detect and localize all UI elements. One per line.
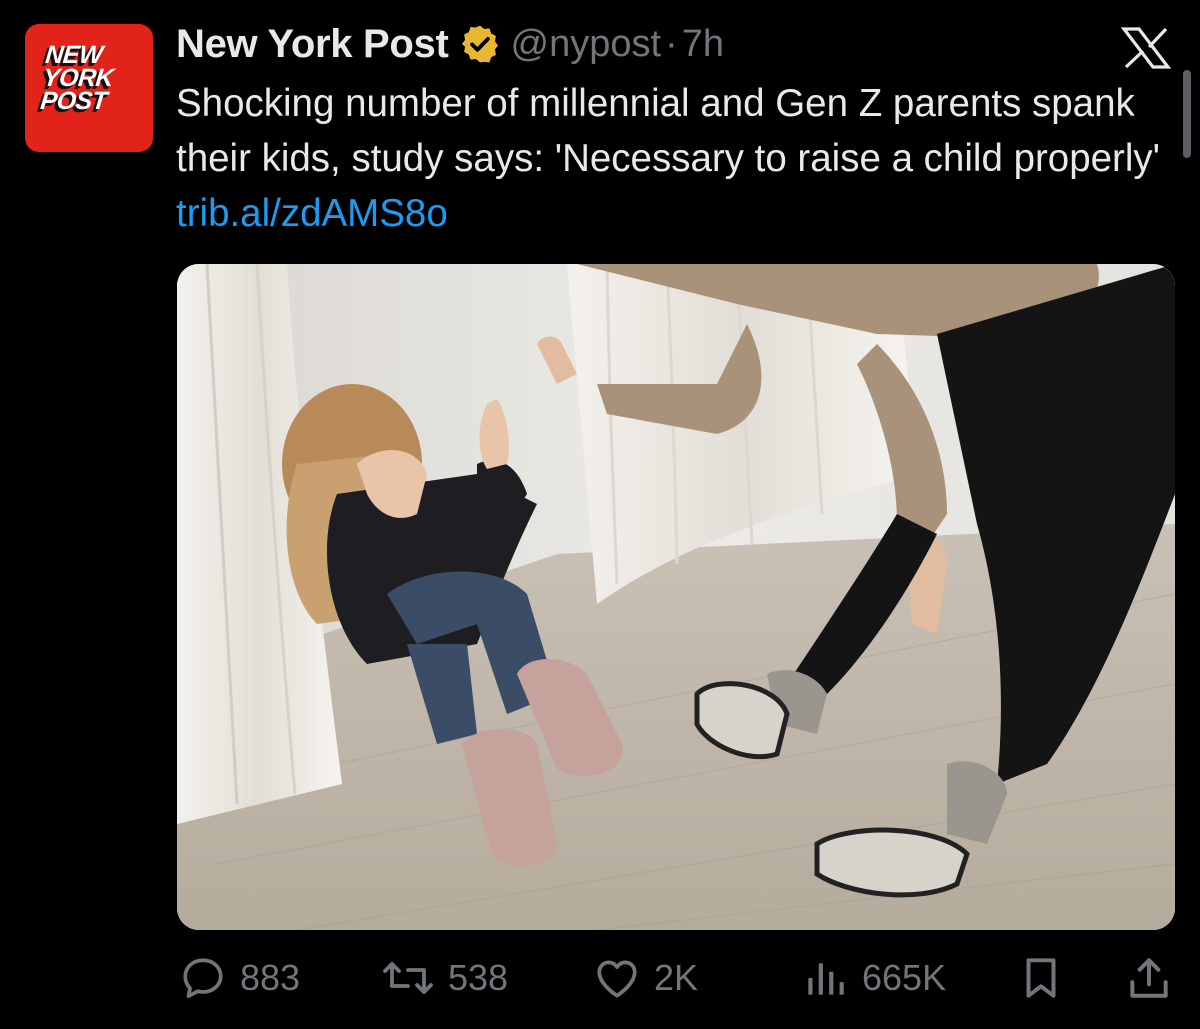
tweet-media-photo[interactable] xyxy=(177,264,1175,930)
like-button[interactable]: 2K xyxy=(592,950,698,1006)
tweet-header: New York Post @nypost · 7h xyxy=(176,18,724,70)
reply-button[interactable]: 883 xyxy=(178,950,300,1006)
share-icon xyxy=(1124,953,1174,1003)
like-count: 2K xyxy=(654,957,699,998)
avatar[interactable]: NEW YORK POST xyxy=(25,24,153,152)
heart-icon xyxy=(592,953,642,1003)
reply-count: 883 xyxy=(240,957,301,998)
handle[interactable]: @nypost xyxy=(511,23,662,66)
tweet-actions: 883 538 2K 665K xyxy=(0,950,1200,1010)
avatar-logo-text: NEW YORK POST xyxy=(39,41,146,115)
repost-icon xyxy=(380,953,436,1003)
separator-dot: · xyxy=(665,22,678,65)
tweet-text: Shocking number of millennial and Gen Z … xyxy=(176,76,1176,241)
verified-badge-icon xyxy=(459,23,501,65)
avatar-logo-line: POST xyxy=(39,87,109,115)
views-icon xyxy=(800,953,850,1003)
timestamp[interactable]: 7h xyxy=(682,23,724,66)
repost-count: 538 xyxy=(448,957,509,998)
view-count: 665K xyxy=(862,957,947,998)
share-button[interactable] xyxy=(1124,950,1174,1006)
views-button[interactable]: 665K xyxy=(800,950,946,1006)
tweet[interactable]: NEW YORK POST New York Post @nypost · 7h… xyxy=(0,0,1200,1029)
display-name[interactable]: New York Post xyxy=(176,22,449,67)
tweet-body: Shocking number of millennial and Gen Z … xyxy=(176,82,1161,180)
x-logo-icon[interactable] xyxy=(1120,26,1172,70)
tweet-link[interactable]: trib.al/zdAMS8o xyxy=(176,192,448,235)
reply-icon xyxy=(178,953,228,1003)
repost-button[interactable]: 538 xyxy=(380,950,508,1006)
bookmark-icon xyxy=(1016,953,1066,1003)
scrollbar[interactable] xyxy=(1183,70,1191,158)
bookmark-button[interactable] xyxy=(1016,950,1066,1006)
